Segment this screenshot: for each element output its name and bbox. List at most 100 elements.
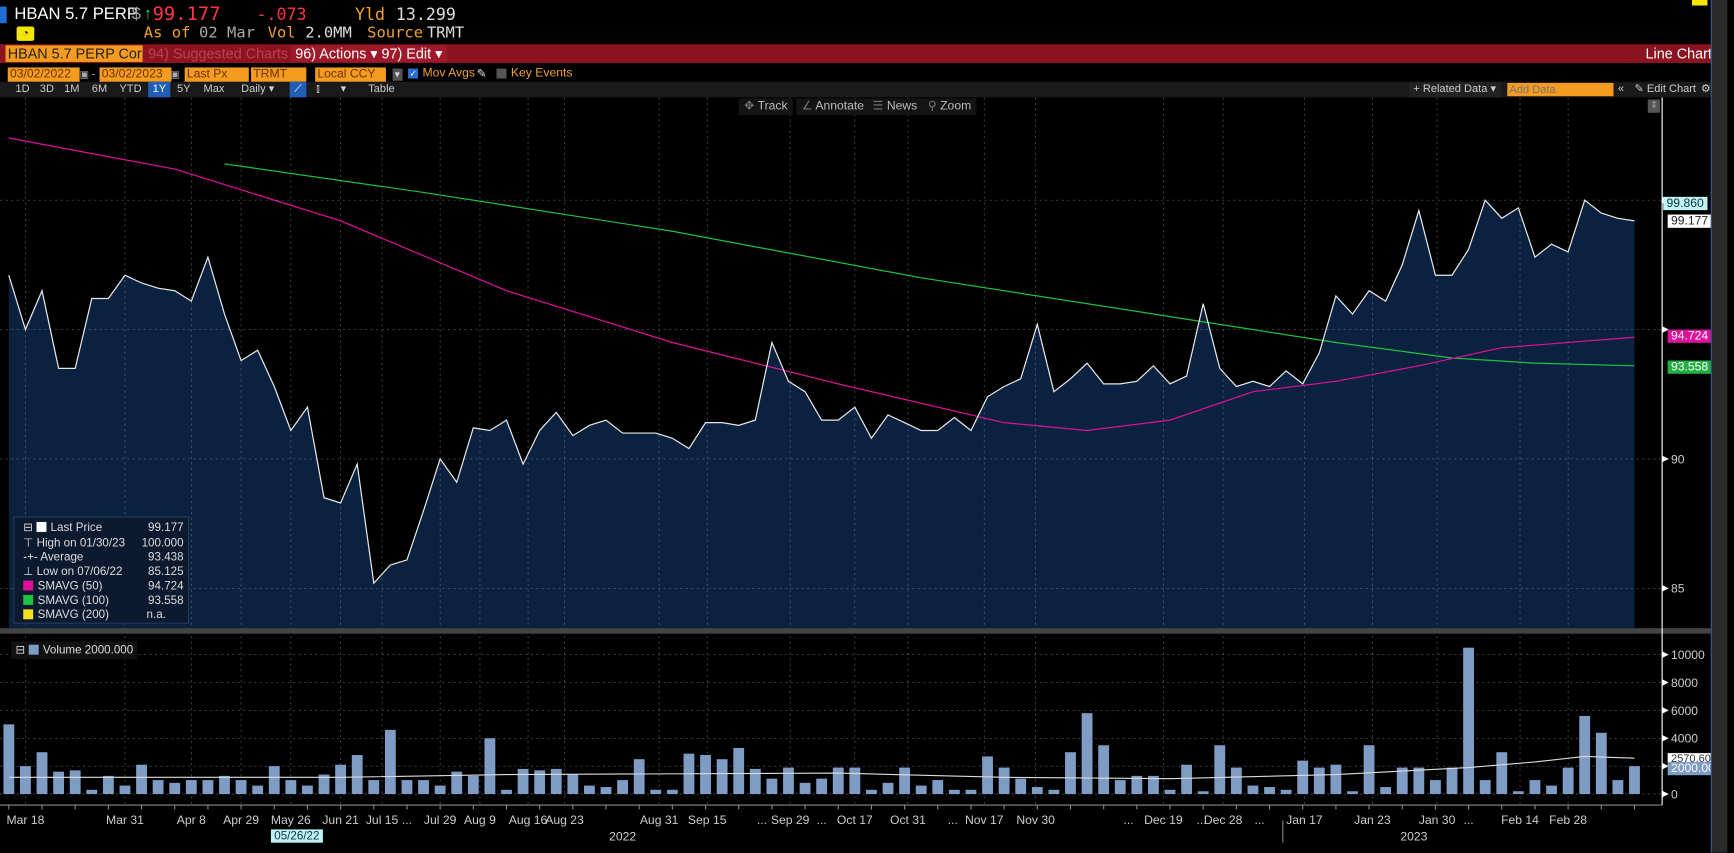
x-tick-label: ... bbox=[1463, 813, 1474, 828]
collapse-icon[interactable]: ⊟ bbox=[15, 644, 28, 657]
end-date-input[interactable]: 03/02/2023 bbox=[99, 67, 172, 82]
security-marker bbox=[0, 6, 7, 24]
volume-bar bbox=[617, 780, 629, 795]
volume-bar bbox=[1529, 780, 1541, 795]
volume-bar bbox=[202, 780, 214, 795]
pane-resize-handle[interactable]: ⇕ bbox=[1647, 99, 1660, 113]
x-tick-label: Jul 15 bbox=[365, 813, 399, 828]
search-icon: ⚲ bbox=[927, 99, 941, 113]
volume-bar bbox=[418, 780, 429, 795]
mov-avgs-checkbox[interactable]: ✓ bbox=[408, 68, 419, 79]
volume-bar bbox=[1297, 760, 1309, 795]
volume-bar bbox=[783, 767, 794, 795]
edit-chart-label: Edit Chart bbox=[1646, 82, 1697, 96]
volume-tick-label: 10000 bbox=[1671, 648, 1705, 662]
volume-bar bbox=[666, 789, 678, 795]
tool-annotate[interactable]: ∠ Annotate bbox=[796, 98, 870, 116]
field-select[interactable]: Last Px bbox=[184, 67, 249, 82]
x-tick-label: Sep 15 bbox=[687, 813, 727, 828]
volume-bar bbox=[3, 724, 15, 795]
legend-swatch bbox=[28, 644, 39, 655]
key-events-checkbox[interactable] bbox=[496, 68, 507, 79]
candle-chart-icon[interactable]: ⫾ bbox=[312, 82, 324, 97]
line-chart-icon[interactable]: ⟋ bbox=[289, 81, 307, 98]
volume-bar bbox=[749, 768, 761, 795]
volume-bar bbox=[899, 767, 911, 795]
gauge-icon[interactable]: ◔ bbox=[16, 26, 35, 41]
x-tick-label: Jan 23 bbox=[1354, 813, 1391, 828]
range-3d[interactable]: 3D bbox=[35, 82, 58, 97]
volume-bar bbox=[119, 785, 131, 795]
range-1m[interactable]: 1M bbox=[60, 82, 84, 97]
price-volume-chart[interactable]: 85 90 0 4000 6000 8000 10000 bbox=[0, 97, 1711, 852]
key-events-label[interactable]: Key Events bbox=[511, 66, 573, 79]
x-tick-label: Aug 16 bbox=[508, 813, 548, 828]
volume-bar bbox=[716, 759, 728, 795]
suggested-charts-menu[interactable]: 94) Suggested Charts bbox=[143, 45, 293, 62]
volume-bar bbox=[302, 785, 313, 795]
x-tick-label: Mar 31 bbox=[106, 813, 144, 828]
mov-avgs-label[interactable]: Mov Avgs bbox=[422, 66, 475, 79]
source-select[interactable]: TRMT bbox=[251, 67, 307, 82]
periodicity-select[interactable]: Daily ▾ bbox=[237, 82, 279, 97]
volume-bar bbox=[185, 780, 197, 795]
actions-menu[interactable]: 96) Actions ▾ bbox=[290, 45, 383, 62]
pencil-icon[interactable]: ✎ bbox=[477, 66, 487, 80]
range-max[interactable]: Max bbox=[199, 82, 229, 97]
add-data-input[interactable] bbox=[1507, 82, 1614, 97]
tool-zoom[interactable]: ⚲ Zoom bbox=[922, 98, 977, 116]
tick-mark bbox=[1662, 734, 1669, 742]
security-input[interactable]: HBAN 5.7 PERP Corp bbox=[5, 45, 143, 62]
start-date-input[interactable]: 03/02/2022 bbox=[7, 67, 80, 82]
tool-label: Zoom bbox=[940, 99, 972, 113]
ticker: HBAN 5.7 PERP bbox=[14, 4, 138, 24]
tool-news[interactable]: ☰ News bbox=[867, 98, 923, 116]
currency-select[interactable]: Local CCY bbox=[315, 67, 386, 82]
pane-divider bbox=[0, 628, 1711, 634]
collapse-icon[interactable]: ⊟ bbox=[23, 521, 36, 534]
chevron-down-icon[interactable]: ▾ bbox=[392, 68, 403, 81]
x-tick-label: Apr 29 bbox=[223, 813, 260, 828]
table-button[interactable]: Table bbox=[364, 82, 399, 97]
volume-bar bbox=[152, 780, 164, 795]
tool-track[interactable]: ✥ Track bbox=[738, 98, 794, 116]
range-6m[interactable]: 6M bbox=[87, 82, 111, 97]
volume-bar bbox=[1065, 752, 1076, 795]
range-1d[interactable]: 1D bbox=[11, 82, 34, 97]
x-tick-label: Apr 8 bbox=[176, 813, 206, 828]
volume-bar bbox=[998, 767, 1010, 795]
x-tick-label: Feb 14 bbox=[1501, 813, 1539, 828]
legend-low: ⊥ Low on 07/06/22 bbox=[23, 565, 122, 578]
volume-bar bbox=[36, 752, 48, 795]
collapse-icon[interactable]: « bbox=[1613, 82, 1628, 97]
volume-bar bbox=[1496, 752, 1508, 795]
volume-bar bbox=[86, 789, 98, 795]
range-1y[interactable]: 1Y bbox=[148, 81, 171, 98]
volume-bar bbox=[1546, 785, 1557, 795]
volume-bar bbox=[849, 767, 861, 795]
vol-label: Vol bbox=[267, 24, 296, 43]
range-ytd[interactable]: YTD bbox=[115, 82, 146, 97]
crosshair-date-tag: 05/26/22 bbox=[270, 829, 323, 843]
volume-bar bbox=[501, 789, 512, 795]
volume-bar bbox=[567, 774, 579, 795]
calendar-icon[interactable]: ▣ bbox=[170, 69, 179, 81]
calendar-icon[interactable]: ▣ bbox=[80, 69, 89, 81]
chevron-down-icon[interactable]: ▾ bbox=[336, 82, 350, 97]
volume-bar bbox=[1264, 787, 1275, 795]
volume-bar bbox=[1048, 789, 1060, 795]
vertical-scrollbar[interactable] bbox=[1710, 0, 1728, 853]
volume-bar bbox=[1280, 789, 1292, 795]
volume-bar bbox=[799, 782, 811, 795]
related-data-button[interactable]: + Related Data ▾ bbox=[1408, 81, 1501, 98]
range-5y[interactable]: 5Y bbox=[173, 82, 195, 97]
edit-chart-button[interactable]: ✎ Edit Chart bbox=[1630, 82, 1700, 97]
edit-menu[interactable]: 97) Edit ▾ bbox=[377, 45, 447, 62]
volume-bar bbox=[467, 775, 479, 795]
legend-value: 93.558 bbox=[148, 593, 184, 608]
x-tick-label: Oct 17 bbox=[836, 813, 873, 828]
volume-bar bbox=[1463, 647, 1475, 795]
legend-sma200: SMAVG (200) bbox=[23, 608, 109, 621]
volume-tick-label: 0 bbox=[1671, 787, 1678, 801]
legend-label: Low on 07/06/22 bbox=[36, 565, 123, 579]
